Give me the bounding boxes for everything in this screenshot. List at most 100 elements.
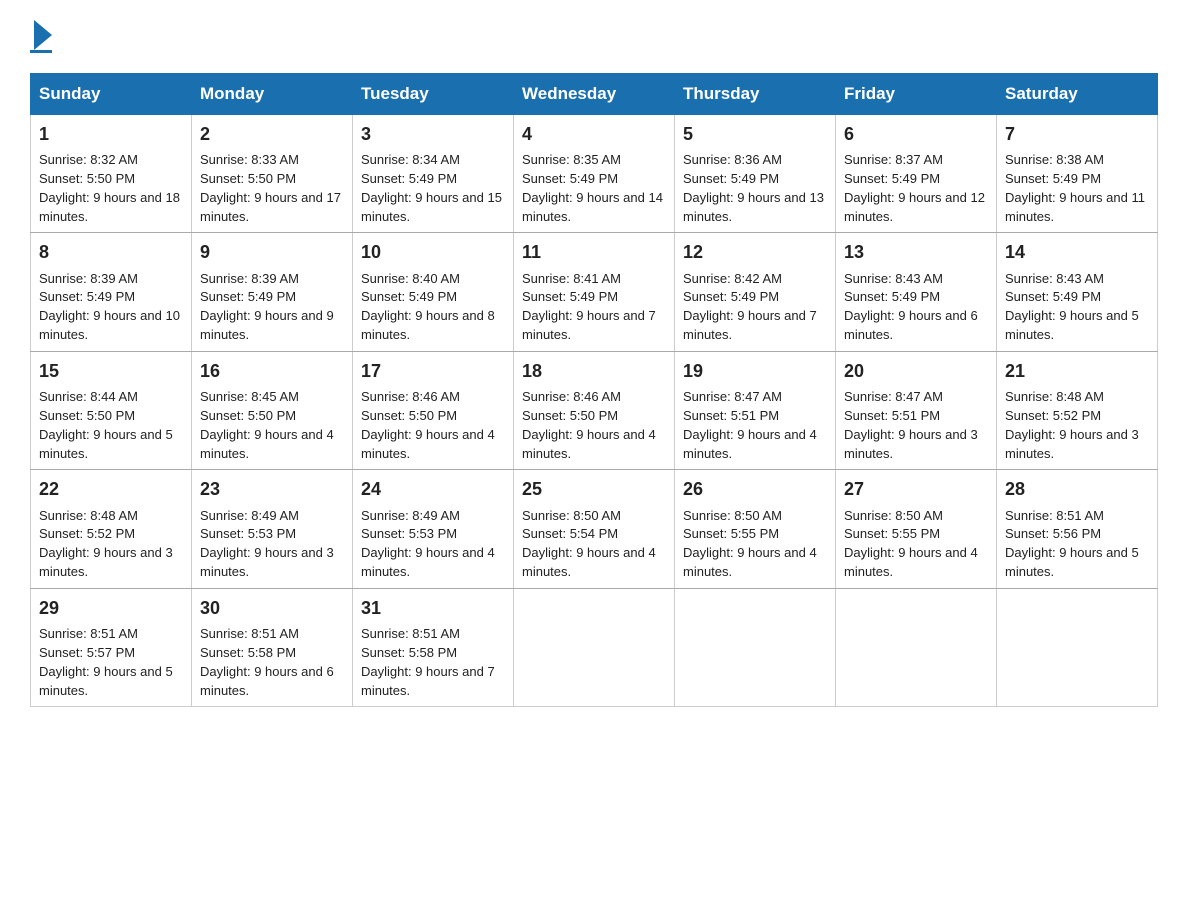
cell-week3-day1: 16 Sunrise: 8:45 AMSunset: 5:50 PMDaylig…	[192, 351, 353, 469]
day-number: 17	[361, 358, 505, 384]
day-number: 13	[844, 239, 988, 265]
cell-week4-day1: 23 Sunrise: 8:49 AMSunset: 5:53 PMDaylig…	[192, 470, 353, 588]
day-number: 16	[200, 358, 344, 384]
cell-week2-day0: 8 Sunrise: 8:39 AMSunset: 5:49 PMDayligh…	[31, 233, 192, 351]
week-row-1: 1 Sunrise: 8:32 AMSunset: 5:50 PMDayligh…	[31, 115, 1158, 233]
day-info: Sunrise: 8:33 AMSunset: 5:50 PMDaylight:…	[200, 152, 341, 224]
cell-week1-day2: 3 Sunrise: 8:34 AMSunset: 5:49 PMDayligh…	[353, 115, 514, 233]
calendar-header-row: SundayMondayTuesdayWednesdayThursdayFrid…	[31, 74, 1158, 115]
cell-week3-day5: 20 Sunrise: 8:47 AMSunset: 5:51 PMDaylig…	[836, 351, 997, 469]
day-number: 3	[361, 121, 505, 147]
cell-week1-day3: 4 Sunrise: 8:35 AMSunset: 5:49 PMDayligh…	[514, 115, 675, 233]
day-info: Sunrise: 8:42 AMSunset: 5:49 PMDaylight:…	[683, 271, 817, 343]
day-info: Sunrise: 8:46 AMSunset: 5:50 PMDaylight:…	[522, 389, 656, 461]
day-info: Sunrise: 8:47 AMSunset: 5:51 PMDaylight:…	[683, 389, 817, 461]
day-info: Sunrise: 8:43 AMSunset: 5:49 PMDaylight:…	[844, 271, 978, 343]
day-info: Sunrise: 8:47 AMSunset: 5:51 PMDaylight:…	[844, 389, 978, 461]
cell-week2-day2: 10 Sunrise: 8:40 AMSunset: 5:49 PMDaylig…	[353, 233, 514, 351]
day-number: 28	[1005, 476, 1149, 502]
cell-week2-day4: 12 Sunrise: 8:42 AMSunset: 5:49 PMDaylig…	[675, 233, 836, 351]
day-number: 24	[361, 476, 505, 502]
day-info: Sunrise: 8:37 AMSunset: 5:49 PMDaylight:…	[844, 152, 985, 224]
header-monday: Monday	[192, 74, 353, 115]
day-number: 21	[1005, 358, 1149, 384]
cell-week3-day2: 17 Sunrise: 8:46 AMSunset: 5:50 PMDaylig…	[353, 351, 514, 469]
day-number: 12	[683, 239, 827, 265]
day-number: 25	[522, 476, 666, 502]
week-row-5: 29 Sunrise: 8:51 AMSunset: 5:57 PMDaylig…	[31, 588, 1158, 706]
day-number: 31	[361, 595, 505, 621]
cell-week4-day0: 22 Sunrise: 8:48 AMSunset: 5:52 PMDaylig…	[31, 470, 192, 588]
cell-week2-day5: 13 Sunrise: 8:43 AMSunset: 5:49 PMDaylig…	[836, 233, 997, 351]
header-tuesday: Tuesday	[353, 74, 514, 115]
day-info: Sunrise: 8:35 AMSunset: 5:49 PMDaylight:…	[522, 152, 663, 224]
logo-arrow-icon	[34, 20, 52, 50]
week-row-3: 15 Sunrise: 8:44 AMSunset: 5:50 PMDaylig…	[31, 351, 1158, 469]
day-info: Sunrise: 8:43 AMSunset: 5:49 PMDaylight:…	[1005, 271, 1139, 343]
day-number: 19	[683, 358, 827, 384]
day-number: 9	[200, 239, 344, 265]
day-info: Sunrise: 8:50 AMSunset: 5:54 PMDaylight:…	[522, 508, 656, 580]
day-info: Sunrise: 8:49 AMSunset: 5:53 PMDaylight:…	[361, 508, 495, 580]
day-info: Sunrise: 8:51 AMSunset: 5:58 PMDaylight:…	[200, 626, 334, 698]
cell-week5-day2: 31 Sunrise: 8:51 AMSunset: 5:58 PMDaylig…	[353, 588, 514, 706]
cell-week5-day6	[997, 588, 1158, 706]
header-saturday: Saturday	[997, 74, 1158, 115]
day-number: 5	[683, 121, 827, 147]
header-friday: Friday	[836, 74, 997, 115]
logo-underline	[30, 50, 52, 53]
day-number: 30	[200, 595, 344, 621]
day-number: 14	[1005, 239, 1149, 265]
day-number: 26	[683, 476, 827, 502]
cell-week4-day2: 24 Sunrise: 8:49 AMSunset: 5:53 PMDaylig…	[353, 470, 514, 588]
cell-week3-day6: 21 Sunrise: 8:48 AMSunset: 5:52 PMDaylig…	[997, 351, 1158, 469]
day-number: 15	[39, 358, 183, 384]
day-info: Sunrise: 8:34 AMSunset: 5:49 PMDaylight:…	[361, 152, 502, 224]
day-number: 18	[522, 358, 666, 384]
header-wednesday: Wednesday	[514, 74, 675, 115]
cell-week2-day6: 14 Sunrise: 8:43 AMSunset: 5:49 PMDaylig…	[997, 233, 1158, 351]
day-info: Sunrise: 8:48 AMSunset: 5:52 PMDaylight:…	[39, 508, 173, 580]
day-number: 1	[39, 121, 183, 147]
cell-week1-day0: 1 Sunrise: 8:32 AMSunset: 5:50 PMDayligh…	[31, 115, 192, 233]
week-row-4: 22 Sunrise: 8:48 AMSunset: 5:52 PMDaylig…	[31, 470, 1158, 588]
cell-week1-day4: 5 Sunrise: 8:36 AMSunset: 5:49 PMDayligh…	[675, 115, 836, 233]
day-info: Sunrise: 8:50 AMSunset: 5:55 PMDaylight:…	[683, 508, 817, 580]
day-info: Sunrise: 8:44 AMSunset: 5:50 PMDaylight:…	[39, 389, 173, 461]
day-number: 23	[200, 476, 344, 502]
cell-week5-day4	[675, 588, 836, 706]
day-number: 6	[844, 121, 988, 147]
day-info: Sunrise: 8:51 AMSunset: 5:57 PMDaylight:…	[39, 626, 173, 698]
day-info: Sunrise: 8:38 AMSunset: 5:49 PMDaylight:…	[1005, 152, 1145, 224]
day-info: Sunrise: 8:50 AMSunset: 5:55 PMDaylight:…	[844, 508, 978, 580]
cell-week5-day3	[514, 588, 675, 706]
cell-week4-day4: 26 Sunrise: 8:50 AMSunset: 5:55 PMDaylig…	[675, 470, 836, 588]
day-number: 2	[200, 121, 344, 147]
day-number: 10	[361, 239, 505, 265]
day-info: Sunrise: 8:51 AMSunset: 5:56 PMDaylight:…	[1005, 508, 1139, 580]
calendar-table: SundayMondayTuesdayWednesdayThursdayFrid…	[30, 73, 1158, 707]
cell-week1-day5: 6 Sunrise: 8:37 AMSunset: 5:49 PMDayligh…	[836, 115, 997, 233]
cell-week3-day0: 15 Sunrise: 8:44 AMSunset: 5:50 PMDaylig…	[31, 351, 192, 469]
day-info: Sunrise: 8:32 AMSunset: 5:50 PMDaylight:…	[39, 152, 180, 224]
day-info: Sunrise: 8:41 AMSunset: 5:49 PMDaylight:…	[522, 271, 656, 343]
day-info: Sunrise: 8:51 AMSunset: 5:58 PMDaylight:…	[361, 626, 495, 698]
header-thursday: Thursday	[675, 74, 836, 115]
cell-week4-day5: 27 Sunrise: 8:50 AMSunset: 5:55 PMDaylig…	[836, 470, 997, 588]
day-number: 8	[39, 239, 183, 265]
logo	[30, 20, 52, 53]
week-row-2: 8 Sunrise: 8:39 AMSunset: 5:49 PMDayligh…	[31, 233, 1158, 351]
cell-week4-day3: 25 Sunrise: 8:50 AMSunset: 5:54 PMDaylig…	[514, 470, 675, 588]
day-info: Sunrise: 8:40 AMSunset: 5:49 PMDaylight:…	[361, 271, 495, 343]
day-number: 22	[39, 476, 183, 502]
day-number: 11	[522, 239, 666, 265]
header	[30, 20, 1158, 53]
cell-week5-day1: 30 Sunrise: 8:51 AMSunset: 5:58 PMDaylig…	[192, 588, 353, 706]
day-info: Sunrise: 8:39 AMSunset: 5:49 PMDaylight:…	[200, 271, 334, 343]
day-number: 7	[1005, 121, 1149, 147]
cell-week3-day4: 19 Sunrise: 8:47 AMSunset: 5:51 PMDaylig…	[675, 351, 836, 469]
day-number: 20	[844, 358, 988, 384]
day-number: 29	[39, 595, 183, 621]
cell-week3-day3: 18 Sunrise: 8:46 AMSunset: 5:50 PMDaylig…	[514, 351, 675, 469]
day-info: Sunrise: 8:49 AMSunset: 5:53 PMDaylight:…	[200, 508, 334, 580]
